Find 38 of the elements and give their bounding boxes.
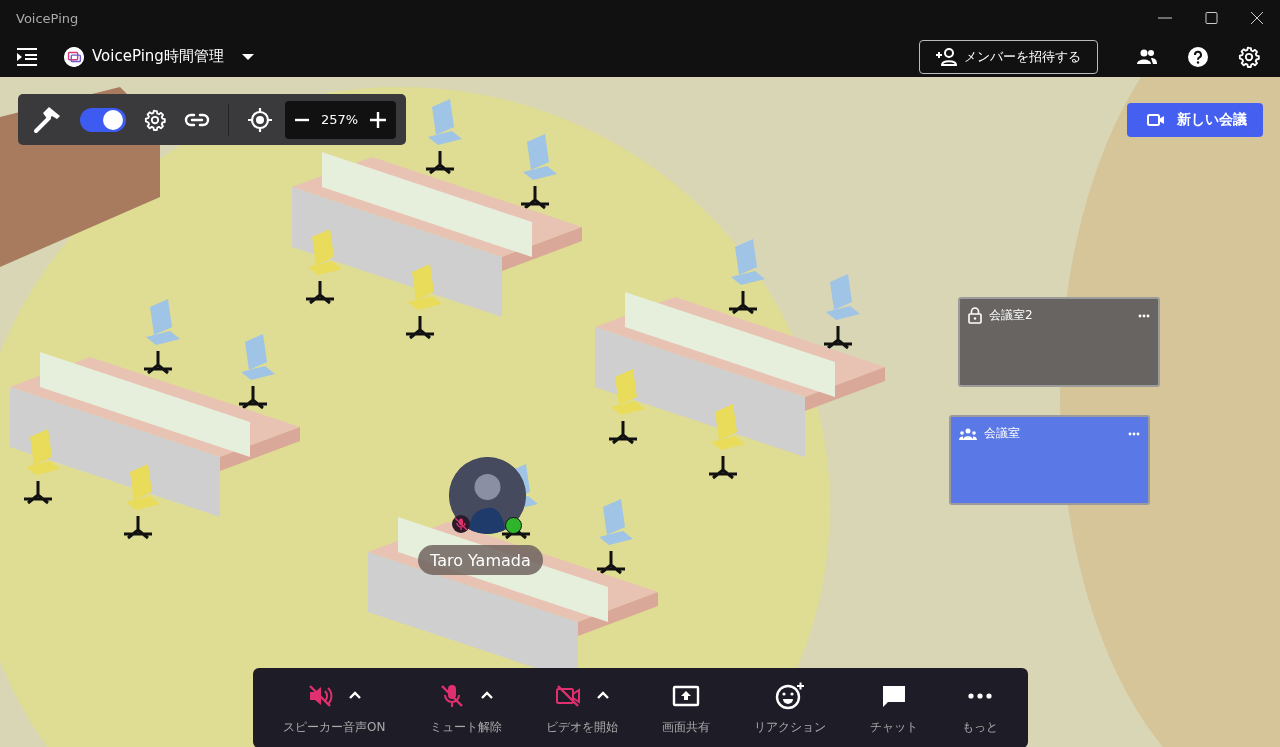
locate-icon[interactable] bbox=[247, 106, 273, 133]
help-icon[interactable] bbox=[1188, 46, 1208, 67]
settings-icon[interactable] bbox=[144, 108, 166, 131]
chevron-up-icon[interactable] bbox=[595, 691, 610, 700]
workspace-name: VoicePing時間管理 bbox=[92, 47, 224, 66]
chevron-up-icon[interactable] bbox=[348, 691, 363, 700]
control-label[interactable]: 画面共有 bbox=[661, 718, 710, 736]
chevron-up-icon[interactable] bbox=[479, 691, 494, 700]
emoji-add-icon[interactable] bbox=[774, 681, 805, 710]
new-meeting-button[interactable]: 新しい会議 bbox=[1127, 103, 1263, 137]
workspace-logo bbox=[64, 46, 84, 67]
control-label[interactable]: チャット bbox=[869, 718, 918, 736]
zoom-level: 257% bbox=[321, 112, 359, 127]
control-label[interactable]: ミュート解除 bbox=[429, 718, 502, 736]
link-icon[interactable] bbox=[184, 112, 210, 127]
zoom-in-icon[interactable] bbox=[370, 111, 387, 128]
meeting-room-card[interactable]: 会議室2 bbox=[958, 297, 1160, 387]
invite-members-button[interactable]: メンバーを招待する bbox=[919, 39, 1098, 74]
menu-collapse-icon[interactable] bbox=[16, 46, 38, 67]
person-add-icon bbox=[936, 47, 958, 66]
control-label[interactable]: もっと bbox=[961, 718, 998, 736]
more-icon[interactable] bbox=[967, 692, 992, 699]
meeting-room-card[interactable]: 会議室 bbox=[949, 415, 1150, 505]
caret-icon[interactable] bbox=[241, 52, 254, 61]
video-camera-icon bbox=[1147, 113, 1165, 127]
people-icon[interactable] bbox=[1136, 48, 1158, 65]
group-icon bbox=[959, 427, 977, 440]
room-name: 会議室2 bbox=[989, 307, 1033, 324]
settings-icon[interactable] bbox=[1238, 45, 1260, 68]
hammer-icon[interactable] bbox=[32, 104, 62, 135]
lock-icon bbox=[968, 307, 982, 324]
window-title: VoicePing bbox=[16, 10, 80, 26]
control-label[interactable]: リアクション bbox=[753, 718, 826, 736]
control-label[interactable]: スピーカー音声ON bbox=[283, 718, 386, 736]
avatar-name: Taro Yamada bbox=[418, 545, 543, 575]
control-label[interactable]: ビデオを開始 bbox=[545, 718, 618, 736]
room-name: 会議室 bbox=[984, 425, 1020, 442]
mode-toggle[interactable] bbox=[80, 107, 126, 132]
